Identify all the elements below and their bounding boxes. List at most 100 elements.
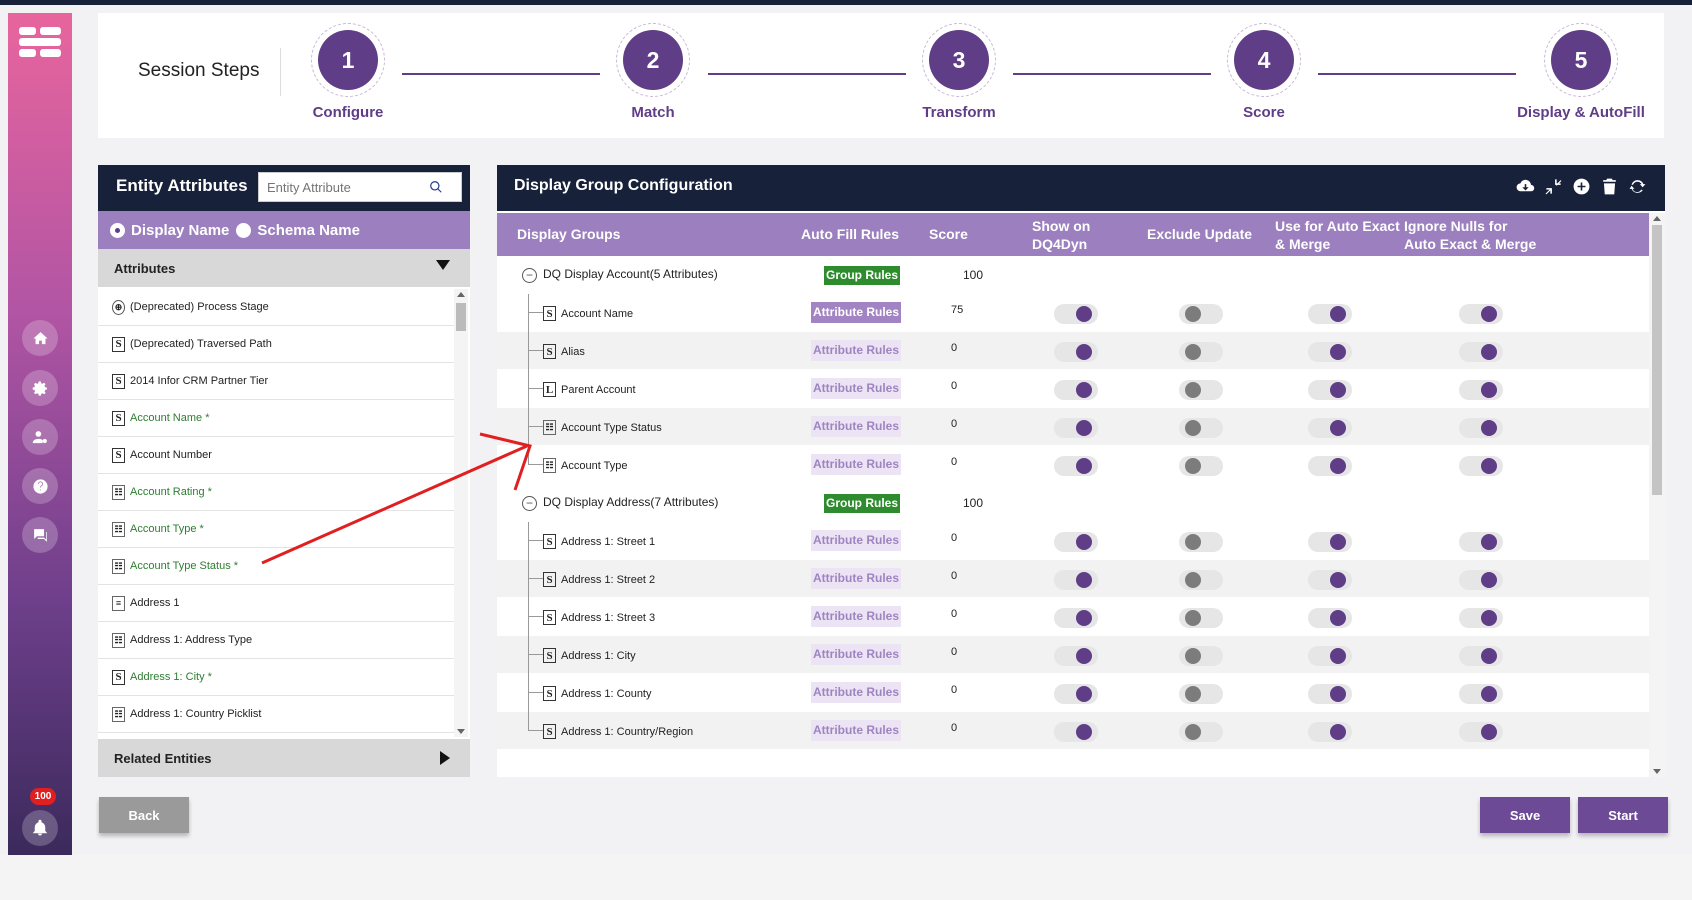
group-rules-button[interactable]: Group Rules (824, 266, 901, 285)
ignore-nulls-toggle[interactable] (1459, 684, 1503, 704)
col-display-groups[interactable]: Display Groups (517, 225, 620, 243)
display-attribute-row[interactable]: L Parent Account Attribute Rules 0 (497, 370, 1649, 408)
show-on-dq4dyn-toggle[interactable] (1054, 418, 1098, 438)
show-on-dq4dyn-toggle[interactable] (1054, 380, 1098, 400)
app-logo-icon[interactable] (19, 27, 61, 57)
group-rules-button[interactable]: Group Rules (824, 494, 901, 513)
attribute-rules-button[interactable]: Attribute Rules (811, 454, 902, 475)
auto-exact-merge-toggle[interactable] (1308, 608, 1352, 628)
exclude-update-toggle[interactable] (1179, 684, 1223, 704)
attribute-rules-button[interactable]: Attribute Rules (811, 416, 902, 437)
exclude-update-toggle[interactable] (1179, 342, 1223, 362)
refresh-icon[interactable] (1628, 177, 1647, 196)
display-group-row[interactable]: − DQ Display Account(5 Attributes) Group R… (497, 256, 1649, 294)
scroll-thumb[interactable] (1652, 225, 1662, 495)
step-score[interactable]: 4 Score (1189, 23, 1339, 121)
display-attribute-row[interactable]: S Address 1: Country/Region Attribute Rule… (497, 712, 1649, 750)
ignore-nulls-toggle[interactable] (1459, 418, 1503, 438)
auto-exact-merge-toggle[interactable] (1308, 456, 1352, 476)
ignore-nulls-toggle[interactable] (1459, 646, 1503, 666)
ignore-nulls-toggle[interactable] (1459, 342, 1503, 362)
show-on-dq4dyn-toggle[interactable] (1054, 342, 1098, 362)
ignore-nulls-toggle[interactable] (1459, 456, 1503, 476)
collapse-group-icon[interactable]: − (522, 268, 537, 283)
step-match[interactable]: 2 Match (578, 23, 728, 121)
chat-icon[interactable] (22, 517, 58, 553)
auto-exact-merge-toggle[interactable] (1308, 380, 1352, 400)
attribute-rules-button[interactable]: Attribute Rules (811, 530, 902, 551)
col-auto-fill-rules[interactable]: Auto Fill Rules (801, 225, 899, 243)
settings-icon[interactable] (22, 370, 58, 406)
attribute-list-item[interactable]: ≡ Address 1 (98, 585, 454, 622)
auto-exact-merge-toggle[interactable] (1308, 342, 1352, 362)
exclude-update-toggle[interactable] (1179, 304, 1223, 324)
col-score[interactable]: Score (929, 225, 968, 243)
show-on-dq4dyn-toggle[interactable] (1054, 722, 1098, 742)
add-circle-icon[interactable] (1572, 177, 1591, 196)
display-attribute-row[interactable]: S Account Name Attribute Rules 75 (497, 294, 1649, 332)
auto-exact-merge-toggle[interactable] (1308, 418, 1352, 438)
exclude-update-toggle[interactable] (1179, 380, 1223, 400)
ignore-nulls-toggle[interactable] (1459, 570, 1503, 590)
show-on-dq4dyn-toggle[interactable] (1054, 456, 1098, 476)
schema-name-radio[interactable]: Schema Name (236, 222, 360, 239)
display-attribute-row[interactable]: ☷ Account Type Status Attribute Rules 0 (497, 408, 1649, 446)
display-attribute-row[interactable]: S Address 1: City Attribute Rules 0 (497, 636, 1649, 674)
display-attribute-row[interactable]: S Address 1: Street 3 Attribute Rules 0 (497, 598, 1649, 636)
attributes-accordion-header[interactable]: Attributes (98, 249, 470, 287)
show-on-dq4dyn-toggle[interactable] (1054, 684, 1098, 704)
col-exclude-update[interactable]: Exclude Update (1147, 225, 1252, 243)
trash-icon[interactable] (1600, 177, 1619, 196)
exclude-update-toggle[interactable] (1179, 532, 1223, 552)
attribute-rules-button[interactable]: Attribute Rules (811, 606, 902, 627)
ignore-nulls-toggle[interactable] (1459, 532, 1503, 552)
exclude-update-toggle[interactable] (1179, 608, 1223, 628)
attribute-list-item[interactable]: S Account Name * (98, 400, 454, 437)
col-ignore-nulls[interactable]: Ignore Nulls for Auto Exact & Merge (1404, 217, 1539, 253)
attribute-list-item[interactable]: S Account Number (98, 437, 454, 474)
attribute-rules-button[interactable]: Attribute Rules (811, 720, 902, 741)
attribute-rules-button[interactable]: Attribute Rules (811, 302, 902, 323)
auto-exact-merge-toggle[interactable] (1308, 532, 1352, 552)
step-configure[interactable]: 1 Configure (273, 23, 423, 121)
auto-exact-merge-toggle[interactable] (1308, 722, 1352, 742)
display-attribute-row[interactable]: S Alias Attribute Rules 0 (497, 332, 1649, 370)
display-attribute-row[interactable]: ☷ Account Type Attribute Rules 0 (497, 446, 1649, 484)
step-display-autofill[interactable]: 5 Display & AutoFill (1506, 23, 1656, 121)
related-entities-accordion-header[interactable]: Related Entities (98, 739, 470, 777)
back-button[interactable]: Back (99, 797, 189, 833)
attribute-list-item[interactable]: ☷ Address 1: Address Type (98, 622, 454, 659)
ignore-nulls-toggle[interactable] (1459, 304, 1503, 324)
exclude-update-toggle[interactable] (1179, 570, 1223, 590)
ignore-nulls-toggle[interactable] (1459, 722, 1503, 742)
attribute-list-item[interactable]: ⊕ (Deprecated) Process Stage (98, 289, 454, 326)
attribute-list-item[interactable]: S 2014 Infor CRM Partner Tier (98, 363, 454, 400)
exclude-update-toggle[interactable] (1179, 418, 1223, 438)
attribute-list-item[interactable]: S Address 1: City * (98, 659, 454, 696)
exclude-update-toggle[interactable] (1179, 456, 1223, 476)
ignore-nulls-toggle[interactable] (1459, 608, 1503, 628)
attribute-rules-button[interactable]: Attribute Rules (811, 682, 902, 703)
help-icon[interactable] (22, 468, 58, 504)
ignore-nulls-toggle[interactable] (1459, 380, 1503, 400)
attribute-list-item[interactable]: ☷ Account Type Status * (98, 548, 454, 585)
exclude-update-toggle[interactable] (1179, 722, 1223, 742)
show-on-dq4dyn-toggle[interactable] (1054, 532, 1098, 552)
show-on-dq4dyn-toggle[interactable] (1054, 646, 1098, 666)
home-icon[interactable] (22, 320, 58, 356)
notification-bell-icon[interactable] (22, 810, 58, 846)
attribute-rules-button[interactable]: Attribute Rules (811, 340, 902, 361)
attribute-list-item[interactable]: ☷ Account Type * (98, 511, 454, 548)
scroll-down-icon[interactable] (1653, 769, 1661, 774)
user-settings-icon[interactable] (22, 419, 58, 455)
grid-scrollbar[interactable] (1649, 213, 1665, 777)
scroll-down-icon[interactable] (457, 729, 465, 734)
display-name-radio[interactable]: Display Name (110, 222, 229, 239)
attribute-list-item[interactable]: ☷ Address 1: Country Picklist (98, 696, 454, 733)
entity-attribute-search-input[interactable] (259, 179, 429, 195)
show-on-dq4dyn-toggle[interactable] (1054, 304, 1098, 324)
attribute-rules-button[interactable]: Attribute Rules (811, 378, 902, 399)
search-icon[interactable] (429, 180, 443, 194)
scroll-up-icon[interactable] (1653, 216, 1661, 221)
auto-exact-merge-toggle[interactable] (1308, 570, 1352, 590)
